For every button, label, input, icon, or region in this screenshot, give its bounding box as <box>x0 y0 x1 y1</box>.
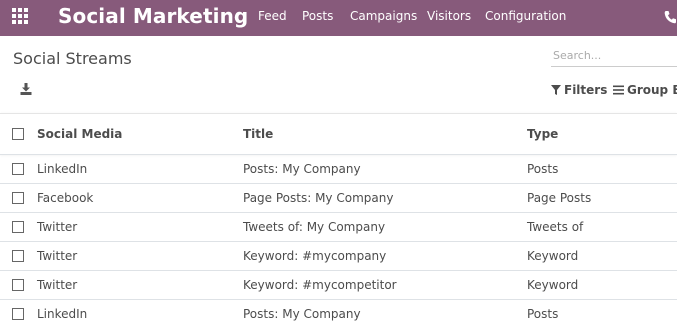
table-header: Social Media Title Type <box>0 113 677 154</box>
cell-title: Posts: My Company <box>243 162 361 176</box>
row-checkbox[interactable] <box>12 250 24 262</box>
table-row[interactable]: Twitter Tweets of: My Company Tweets of <box>0 212 677 241</box>
cell-type: Keyword <box>527 249 579 263</box>
menu-configuration[interactable]: Configuration <box>485 9 566 23</box>
menu-campaigns[interactable]: Campaigns <box>350 9 417 23</box>
cell-type: Posts <box>527 307 559 321</box>
row-checkbox[interactable] <box>12 192 24 204</box>
column-header-social-media[interactable]: Social Media <box>37 127 122 141</box>
cell-social-media: LinkedIn <box>37 162 88 176</box>
table-row[interactable]: LinkedIn Posts: My Company Posts <box>0 299 677 328</box>
row-checkbox[interactable] <box>12 308 24 320</box>
table-row[interactable]: Twitter Keyword: #mycompetitor Keyword <box>0 270 677 299</box>
cell-social-media: Facebook <box>37 191 94 205</box>
cell-title: Keyword: #mycompetitor <box>243 278 397 292</box>
filters-button[interactable]: Filters <box>551 83 607 97</box>
group-by-button[interactable]: Group By <box>613 83 677 97</box>
list-icon <box>613 85 624 95</box>
row-checkbox[interactable] <box>12 221 24 233</box>
streams-table: Social Media Title Type LinkedIn Posts: … <box>0 113 677 328</box>
table-row[interactable]: LinkedIn Posts: My Company Posts <box>0 154 677 183</box>
cell-title: Posts: My Company <box>243 307 361 321</box>
cell-social-media: Twitter <box>37 278 78 292</box>
cell-title: Tweets of: My Company <box>243 220 386 234</box>
group-by-label: Group By <box>627 83 677 97</box>
row-checkbox[interactable] <box>12 279 24 291</box>
table-row[interactable]: Facebook Page Posts: My Company Page Pos… <box>0 183 677 212</box>
menu-feed[interactable]: Feed <box>258 9 287 23</box>
cell-social-media: LinkedIn <box>37 307 88 321</box>
table-row[interactable]: Twitter Keyword: #mycompany Keyword <box>0 241 677 270</box>
cell-social-media: Twitter <box>37 220 78 234</box>
filters-label: Filters <box>564 83 608 97</box>
top-navbar: Social Marketing Feed Posts Campaigns Vi… <box>0 0 677 36</box>
phone-icon[interactable] <box>664 10 676 24</box>
column-header-title[interactable]: Title <box>243 127 273 141</box>
row-checkbox[interactable] <box>12 163 24 175</box>
search-input[interactable] <box>551 44 677 67</box>
cell-title: Keyword: #mycompany <box>243 249 387 263</box>
cell-title: Page Posts: My Company <box>243 191 394 205</box>
menu-visitors[interactable]: Visitors <box>427 9 471 23</box>
cell-type: Keyword <box>527 278 579 292</box>
cell-type: Page Posts <box>527 191 592 205</box>
apps-grid-icon[interactable] <box>12 8 30 26</box>
filter-icon <box>551 85 561 95</box>
cell-type: Tweets of <box>527 220 584 234</box>
cell-type: Posts <box>527 162 559 176</box>
column-header-type[interactable]: Type <box>527 127 558 141</box>
page-title: Social Streams <box>13 49 132 68</box>
app-title[interactable]: Social Marketing <box>58 4 248 28</box>
select-all-checkbox[interactable] <box>12 128 24 140</box>
cell-social-media: Twitter <box>37 249 78 263</box>
download-icon[interactable] <box>20 83 32 95</box>
menu-posts[interactable]: Posts <box>302 9 333 23</box>
